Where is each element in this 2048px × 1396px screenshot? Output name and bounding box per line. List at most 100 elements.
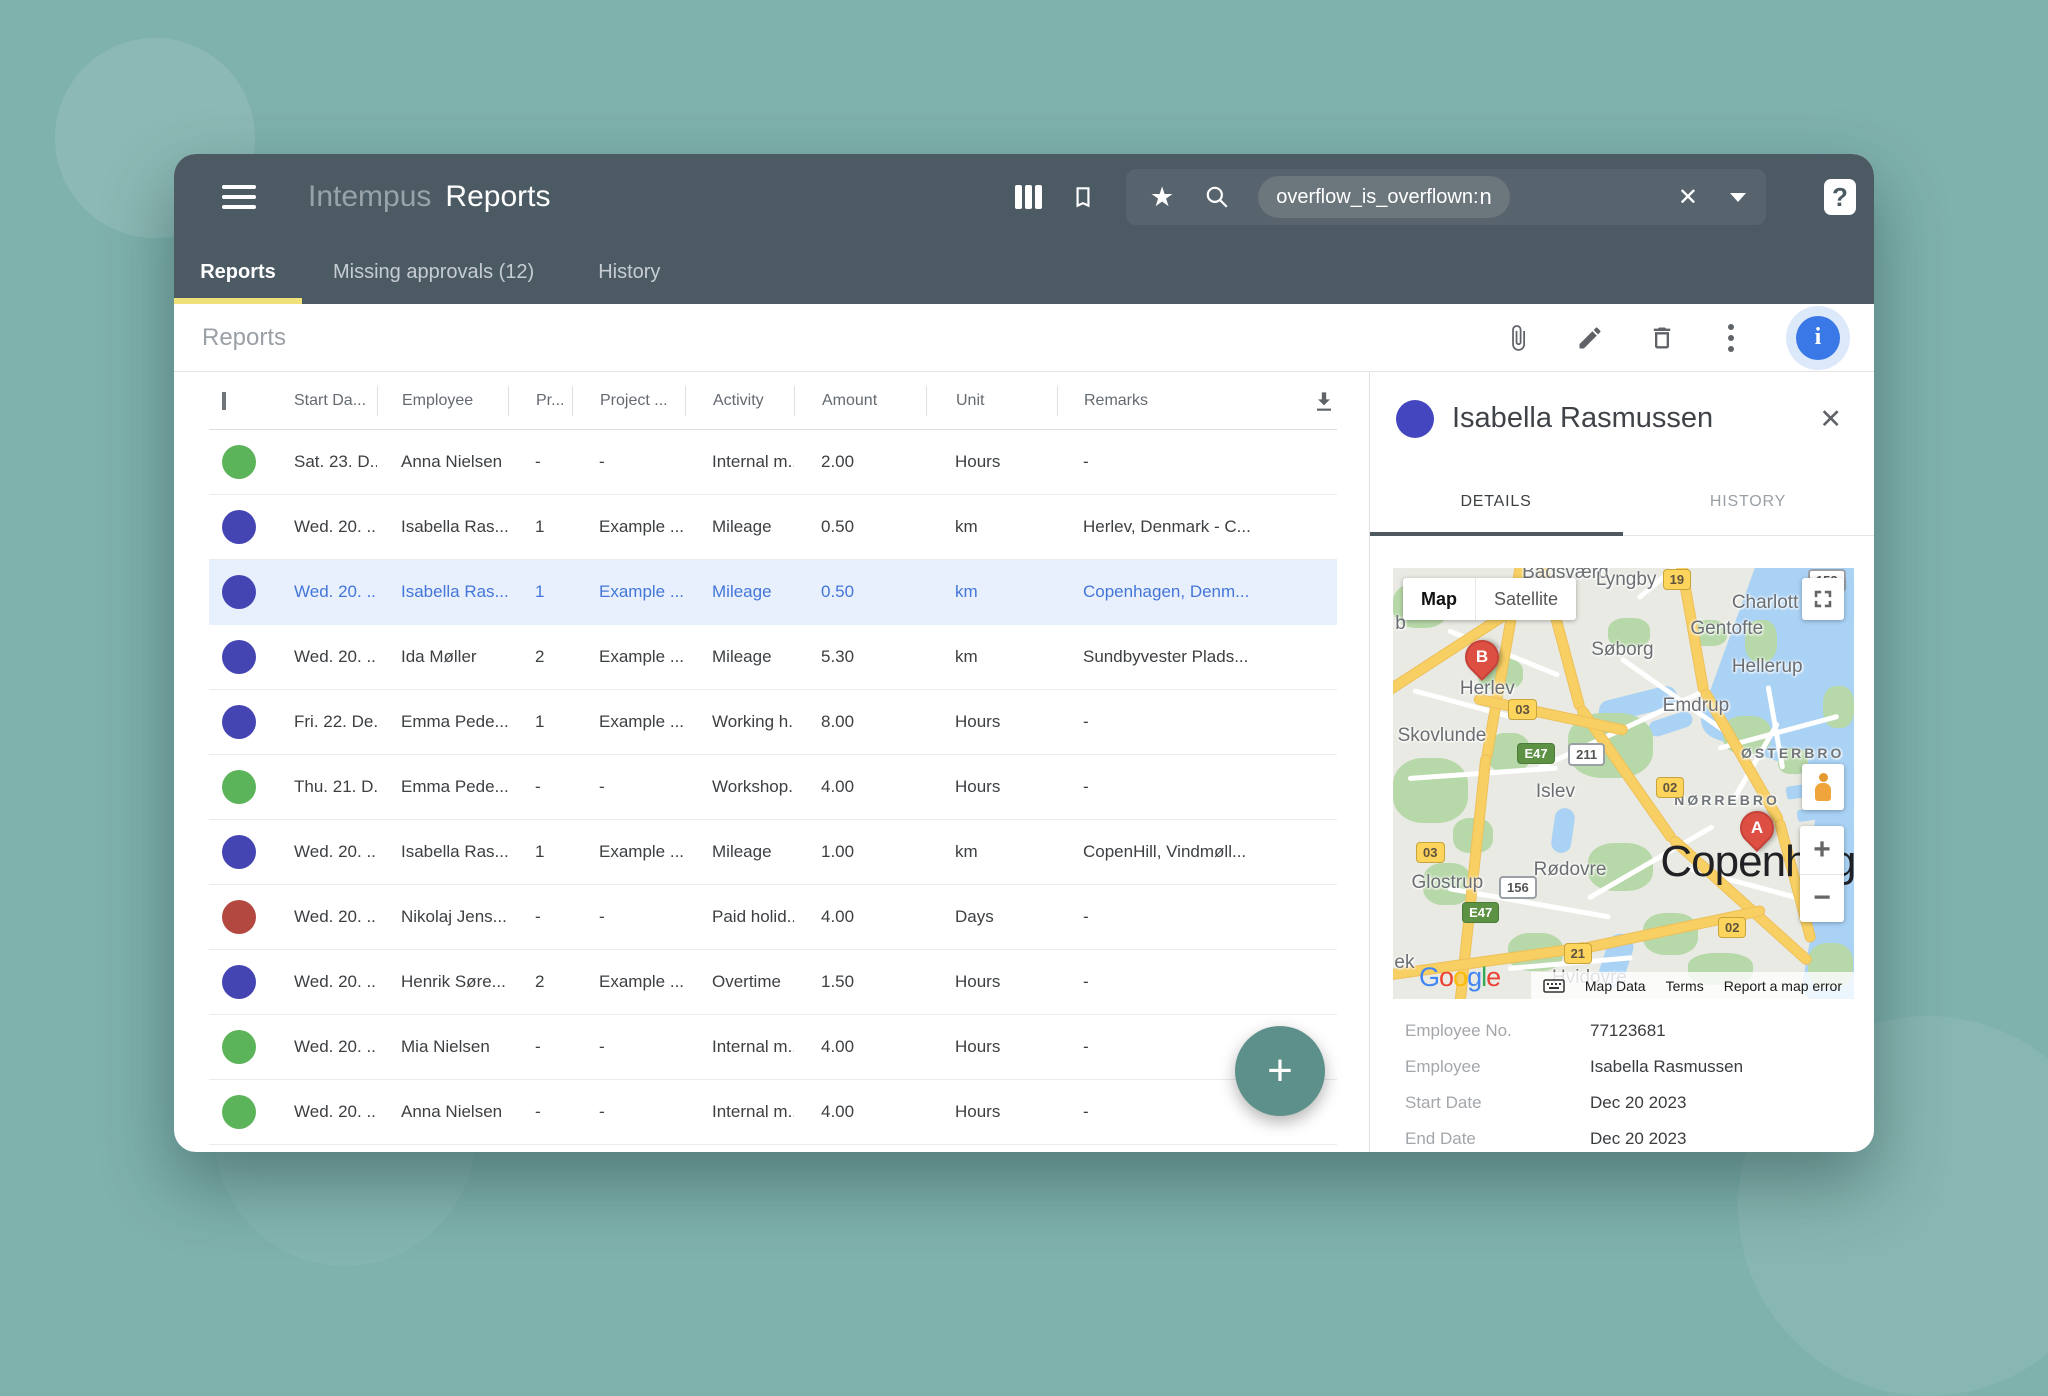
table-row-selected[interactable]: Wed. 20. ...Isabella Ras...1Example ...M…	[209, 560, 1337, 625]
active-tab-underline	[174, 298, 302, 304]
table-row[interactable]: Sat. 23. D...Anna Nielsen--Internal m...…	[209, 430, 1337, 495]
route-badge-e47: E47	[1462, 902, 1499, 923]
cell-priority: -	[508, 777, 572, 797]
detail-row: End DateDec 20 2023	[1370, 1121, 1874, 1152]
map-type-map-button[interactable]: Map	[1403, 578, 1475, 620]
cell-project: Example ...	[572, 712, 685, 732]
cell-amount: 0.50	[794, 517, 926, 537]
column-header-remarks[interactable]: Remarks	[1057, 386, 1294, 416]
cell-remarks: -	[1057, 452, 1294, 472]
column-header-employee[interactable]: Employee	[377, 386, 508, 416]
cell-project: -	[572, 452, 685, 472]
cell-start-date: Wed. 20. ...	[294, 907, 377, 927]
map-label-gentofte: Gentofte	[1690, 618, 1763, 640]
cell-project: Example ...	[572, 972, 685, 992]
cell-priority: -	[508, 907, 572, 927]
cell-start-date: Wed. 20. ...	[294, 582, 377, 602]
tab-history[interactable]: HISTORY	[1622, 468, 1874, 535]
table-row[interactable]: Wed. 20. ...Mia Nielsen--Internal m...4.…	[209, 1015, 1337, 1080]
close-icon[interactable]: ✕	[1819, 404, 1842, 435]
columns-view-icon[interactable]	[1015, 185, 1042, 209]
zoom-out-button[interactable]: −	[1800, 874, 1844, 923]
detail-row: EmployeeIsabella Rasmussen	[1370, 1049, 1874, 1085]
cell-activity: Paid holid...	[685, 907, 794, 927]
cell-activity: Mileage	[685, 582, 794, 602]
employee-name-title: Isabella Rasmussen	[1452, 402, 1713, 435]
table-row[interactable]: Wed. 20. ...Anna Nielsen--Internal m...4…	[209, 1080, 1337, 1145]
map-label-glostrup: Glostrup	[1411, 872, 1483, 894]
route-badge-e47: E47	[1517, 743, 1554, 764]
map-data-link[interactable]: Map Data	[1585, 978, 1646, 994]
column-header-start-date[interactable]: Start Da...	[294, 392, 377, 410]
search-dropdown-caret-icon[interactable]	[1730, 193, 1746, 202]
clear-search-icon[interactable]: ✕	[1678, 183, 1698, 212]
nav-tab-reports[interactable]: Reports	[174, 261, 302, 284]
status-dot-green	[222, 445, 256, 479]
cell-remarks: -	[1057, 712, 1294, 732]
cell-project: -	[572, 1037, 685, 1057]
attachment-icon[interactable]	[1504, 324, 1532, 352]
add-report-fab[interactable]: +	[1235, 1026, 1325, 1116]
table-row[interactable]: Wed. 20. ...Nikolaj Jens...--Paid holid.…	[209, 885, 1337, 950]
download-icon[interactable]	[1311, 388, 1337, 414]
table-row[interactable]: Wed. 20. ...Isabella Ras...1Example ...M…	[209, 495, 1337, 560]
cell-unit: Hours	[926, 1037, 1057, 1057]
employee-avatar	[1396, 400, 1434, 438]
route-badge-19: 19	[1663, 569, 1691, 590]
cell-project: Example ...	[572, 842, 685, 862]
cell-activity: Internal m...	[685, 452, 794, 472]
search-filter-chip[interactable]: overflow_is_overflown:n	[1258, 176, 1510, 218]
cell-activity: Overtime	[685, 972, 794, 992]
map-type-satellite-button[interactable]: Satellite	[1475, 578, 1576, 620]
search-icon[interactable]	[1204, 184, 1230, 210]
cell-priority: -	[508, 1037, 572, 1057]
table-row[interactable]: Fri. 22. De...Emma Pede...1Example ...Wo…	[209, 690, 1337, 755]
map-zoom-control: + −	[1800, 826, 1844, 922]
info-button[interactable]: i	[1786, 306, 1850, 370]
favorite-filter-icon[interactable]: ★	[1150, 184, 1174, 211]
nav-tab-missing-approvals-12[interactable]: Missing approvals (12)	[314, 261, 553, 284]
terms-link[interactable]: Terms	[1666, 978, 1704, 994]
help-button[interactable]: ?	[1824, 179, 1856, 215]
cell-employee: Emma Pede...	[377, 777, 508, 797]
cell-amount: 1.50	[794, 972, 926, 992]
reports-table: Start Da... Employee Pr... Project ... A…	[209, 372, 1337, 1145]
map-label-lyngby: Lyngby	[1596, 569, 1657, 591]
nav-tab-history[interactable]: History	[579, 261, 679, 284]
column-header-unit[interactable]: Unit	[926, 386, 1057, 416]
pegman-icon[interactable]	[1802, 764, 1844, 810]
table-row[interactable]: Wed. 20. ...Ida Møller2Example ...Mileag…	[209, 625, 1337, 690]
table-row[interactable]: Wed. 20. ...Henrik Søre...2Example ...Ov…	[209, 950, 1337, 1015]
cell-remarks: CopenHill, Vindmøll...	[1057, 842, 1294, 862]
column-header-amount[interactable]: Amount	[794, 386, 926, 416]
route-badge-156: 156	[1499, 876, 1537, 899]
select-all-checkbox[interactable]	[222, 392, 226, 410]
cell-project: Example ...	[572, 517, 685, 537]
page-title: Reports	[445, 180, 550, 214]
status-dot-blue	[222, 640, 256, 674]
map-label-emdrup: Emdrup	[1663, 695, 1730, 717]
cell-activity: Workshop...	[685, 777, 794, 797]
more-options-icon[interactable]	[1720, 324, 1742, 352]
edit-icon[interactable]	[1576, 324, 1604, 352]
column-header-project[interactable]: Project ...	[572, 386, 685, 416]
cell-amount: 4.00	[794, 907, 926, 927]
cell-unit: Hours	[926, 1102, 1057, 1122]
cell-start-date: Wed. 20. ...	[294, 1102, 377, 1122]
list-title: Reports	[202, 324, 286, 352]
table-row[interactable]: Wed. 20. ...Isabella Ras...1Example ...M…	[209, 820, 1337, 885]
menu-icon[interactable]	[222, 185, 256, 209]
column-header-activity[interactable]: Activity	[685, 386, 794, 416]
map-view[interactable]: BagsværdLyngbyCharlottGentofteSøborgHell…	[1393, 568, 1854, 999]
keyboard-icon[interactable]	[1543, 979, 1565, 993]
column-header-priority[interactable]: Pr...	[508, 386, 572, 416]
zoom-in-button[interactable]: +	[1800, 826, 1844, 874]
tab-details[interactable]: DETAILS	[1370, 468, 1622, 535]
report-map-error-link[interactable]: Report a map error	[1724, 978, 1842, 994]
table-row[interactable]: Thu. 21. D...Emma Pede...--Workshop...4.…	[209, 755, 1337, 820]
bookmark-icon[interactable]	[1070, 183, 1096, 211]
delete-icon[interactable]	[1648, 324, 1676, 352]
fullscreen-icon[interactable]	[1802, 578, 1844, 620]
cell-employee: Isabella Ras...	[377, 842, 508, 862]
search-bar[interactable]: ★ overflow_is_overflown:n ✕	[1126, 169, 1766, 225]
